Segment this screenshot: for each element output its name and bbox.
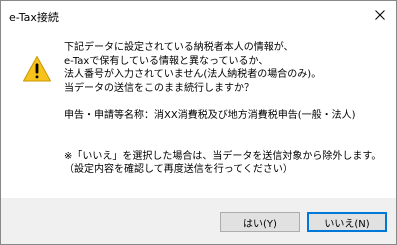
dialog-window: e-Tax接続 下記データに設定されている納税者本人の情報が、 e-Taxで保有…: [0, 0, 397, 245]
close-icon: [375, 10, 385, 20]
close-button[interactable]: [368, 4, 392, 26]
no-button[interactable]: いいえ(N): [307, 212, 387, 232]
message-text: 下記データに設定されている納税者本人の情報が、 e-Taxで保有している情報と異…: [64, 41, 389, 177]
button-bar: はい(Y) いいえ(N): [1, 198, 396, 244]
title-bar: e-Tax接続: [1, 1, 396, 31]
note-line: （設定内容を確認して再度送信を行ってください）: [64, 164, 293, 176]
window-title: e-Tax接続: [9, 11, 59, 24]
form-name-line: 申告・申請等名称：消XX消費税及び地方消費税申告(一般・法人): [64, 109, 356, 121]
message-line: 法人番号が入力されていません(法人納税者の場合のみ)。: [64, 69, 322, 81]
note-line: ※「いいえ」を選択した場合は、当データを送信対象から除外します。: [64, 150, 382, 162]
message-area: 下記データに設定されている納税者本人の情報が、 e-Taxで保有している情報と異…: [1, 31, 396, 198]
warning-icon: [23, 56, 51, 82]
yes-button[interactable]: はい(Y): [220, 212, 300, 232]
message-line: 当データの送信をこのまま続行しますか？: [64, 82, 254, 94]
message-line: 下記データに設定されている納税者本人の情報が、: [64, 42, 294, 53]
message-line: e-Taxで保有している情報と異なっているか、: [64, 55, 269, 67]
